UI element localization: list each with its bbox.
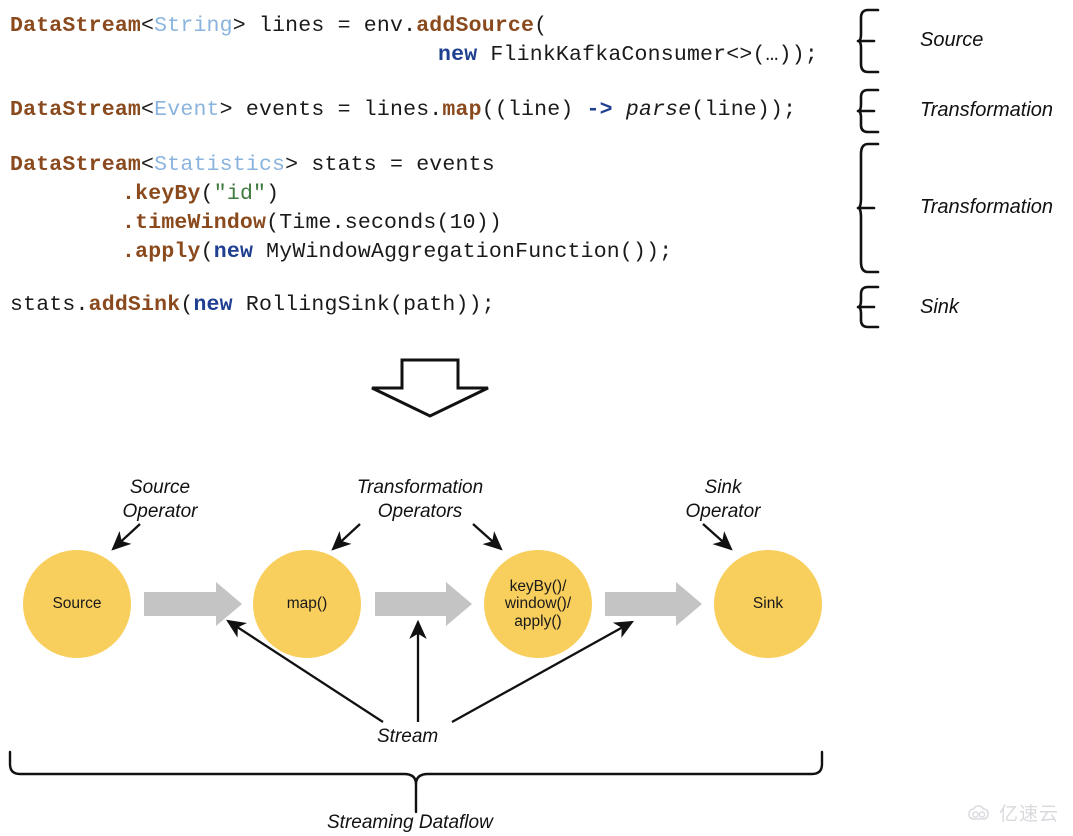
- node-window-label: keyBy()/ window()/ apply(): [504, 577, 572, 630]
- node-source-label: Source: [52, 595, 102, 613]
- node-map[interactable]: map(): [253, 550, 361, 658]
- code-token: > stats = events: [285, 153, 495, 177]
- brace-sink: [856, 285, 894, 329]
- code-token: <: [141, 14, 155, 38]
- brace-label-source: Source: [920, 29, 984, 51]
- code-token: <: [141, 153, 155, 177]
- streaming-dataflow-label: Streaming Dataflow: [327, 812, 493, 833]
- code-line-1: DataStream<String> lines = env.addSource…: [10, 14, 547, 38]
- code-token: .: [122, 240, 136, 264]
- code-token: keyBy: [135, 182, 201, 206]
- code-line-2: new FlinkKafkaConsumer<>(…));: [438, 43, 818, 67]
- code-token: (: [200, 182, 214, 206]
- code-line-8: stats.addSink(new RollingSink(path));: [10, 293, 495, 317]
- code-token: parse: [625, 98, 692, 122]
- code-token: > events = lines.: [219, 98, 443, 122]
- code-line-7: .apply(new MyWindowAggregationFunction()…: [122, 240, 672, 264]
- code-token: MyWindowAggregationFunction());: [253, 240, 673, 264]
- node-window[interactable]: keyBy()/ window()/ apply(): [484, 550, 592, 658]
- code-token: new: [193, 293, 233, 317]
- code-token: new: [213, 240, 254, 264]
- node-sink-label: Sink: [752, 595, 784, 613]
- caption-transformation-operators: Transformation Operators: [356, 477, 484, 522]
- caption-sink-operator: Sink Operator: [685, 477, 761, 522]
- code-token: String: [154, 14, 233, 38]
- code-token: stats.: [10, 293, 89, 317]
- code-token: "id": [213, 182, 267, 206]
- node-sink[interactable]: Sink: [714, 550, 822, 658]
- dataflow-diagram: Source map() keyBy()/ window()/ apply() …: [0, 330, 1073, 836]
- code-token: addSink: [88, 293, 181, 317]
- node-map-label: map(): [286, 595, 328, 613]
- code-line-5: .keyBy("id"): [122, 182, 279, 206]
- caption-source-operator: Source Operator: [122, 477, 198, 522]
- watermark-text: 亿速云: [998, 804, 1059, 825]
- code-token: ->: [586, 98, 613, 122]
- code-token: addSource: [416, 14, 535, 38]
- code-token: > lines = env.: [232, 14, 417, 38]
- code-token: Event: [154, 98, 220, 122]
- code-line-4: DataStream<Statistics> stats = events: [10, 153, 495, 177]
- code-token: Statistics: [154, 153, 286, 177]
- node-source[interactable]: Source: [23, 550, 131, 658]
- code-token: (Time.seconds(10)): [266, 211, 502, 235]
- brace-transformation-1: [856, 88, 894, 134]
- code-token: DataStream: [10, 14, 142, 38]
- code-token: (: [200, 240, 214, 264]
- brace-transformation-2: [856, 142, 894, 274]
- code-token: new: [438, 43, 478, 67]
- code-token: timeWindow: [135, 211, 267, 235]
- code-token: (line));: [691, 98, 797, 122]
- code-panel: DataStream<String> lines = env.addSource…: [0, 0, 860, 330]
- code-token: .: [122, 211, 136, 235]
- code-line-3: DataStream<Event> events = lines.map((li…: [10, 98, 796, 122]
- code-token: <: [141, 98, 155, 122]
- code-token: ): [266, 182, 280, 206]
- code-line-6: .timeWindow(Time.seconds(10)): [122, 211, 502, 235]
- watermark: 亿速云: [968, 799, 1059, 826]
- code-token: DataStream: [10, 153, 142, 177]
- stream-label: Stream: [377, 726, 439, 747]
- code-token: DataStream: [10, 98, 142, 122]
- code-token: ((line): [481, 98, 587, 122]
- code-token: map: [442, 98, 482, 122]
- brace-label-transformation-1: Transformation: [920, 99, 1054, 121]
- code-token: RollingSink(path));: [232, 293, 495, 317]
- code-token: (: [180, 293, 194, 317]
- code-token: (: [534, 14, 548, 38]
- code-token: FlinkKafkaConsumer<>(…));: [477, 43, 818, 67]
- code-token: .: [122, 182, 136, 206]
- brace-label-sink: Sink: [920, 296, 959, 318]
- brace-source: [856, 8, 894, 74]
- brace-label-transformation-2: Transformation: [920, 196, 1054, 218]
- code-token: apply: [135, 240, 201, 264]
- cloud-icon: [968, 804, 994, 821]
